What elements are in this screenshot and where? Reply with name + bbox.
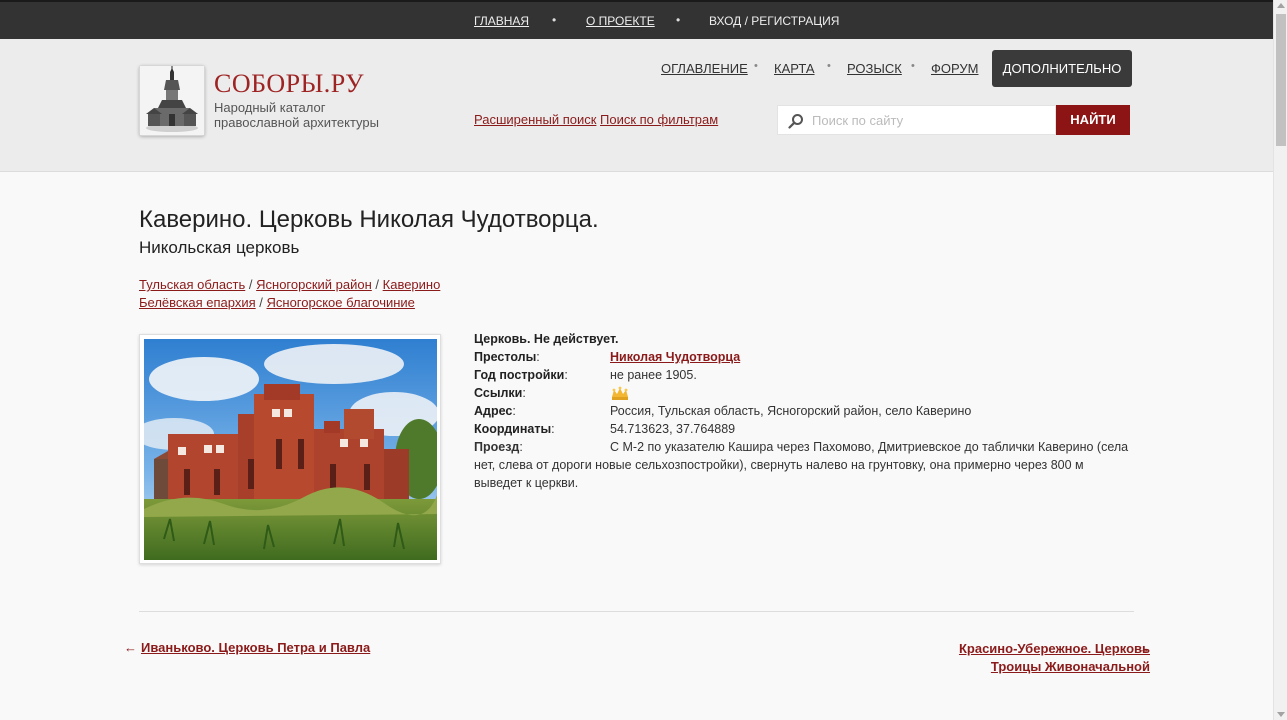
nav-separator: • xyxy=(827,60,831,72)
next-church-nav: Красино-Убережное. Церковь Троицы Живона… xyxy=(900,640,1150,676)
breadcrumb-separator: / xyxy=(371,277,383,292)
topbar-login-link[interactable]: ВХОД / РЕГИСТРАЦИЯ xyxy=(709,14,839,28)
top-bar: ГЛАВНАЯ • О ПРОЕКТЕ • ВХОД / РЕГИСТРАЦИЯ xyxy=(0,0,1273,39)
next-church-link[interactable]: Красино-Убережное. Церковь Троицы Живона… xyxy=(915,640,1150,676)
church-logo-icon xyxy=(140,66,204,135)
thrones-link[interactable]: Николая Чудотворца xyxy=(610,350,740,364)
scroll-up-icon[interactable] xyxy=(1277,3,1285,8)
thrones-label: Престолы: xyxy=(474,350,540,364)
search-input[interactable] xyxy=(812,106,1052,134)
year-label: Год постройки: xyxy=(474,368,568,382)
page-title: Каверино. Церковь Николая Чудотворца. xyxy=(139,206,599,233)
church-photo[interactable] xyxy=(139,334,441,564)
site-logo-title[interactable]: СОБОРЫ.РУ xyxy=(214,69,364,99)
breadcrumb-region-link[interactable]: Тульская область xyxy=(139,277,245,292)
search-button[interactable]: НАЙТИ xyxy=(1056,105,1130,135)
topbar-about-link[interactable]: О ПРОЕКТЕ xyxy=(586,14,655,28)
nav-separator: • xyxy=(754,60,758,72)
links-label: Ссылки: xyxy=(474,386,526,400)
arrow-left-icon: ← xyxy=(124,640,137,655)
more-button[interactable]: ДОПОЛНИТЕЛЬНО xyxy=(992,50,1132,87)
filter-search-link[interactable]: Поиск по фильтрам xyxy=(600,112,718,127)
nav-map-link[interactable]: КАРТА xyxy=(774,61,815,76)
address-value: Россия, Тульская область, Ясногорский ра… xyxy=(610,404,972,418)
prev-church-link[interactable]: Иваньково. Церковь Петра и Павла xyxy=(141,640,370,655)
topbar-home-link[interactable]: ГЛАВНАЯ xyxy=(474,14,529,28)
crown-link-icon[interactable] xyxy=(610,386,630,402)
coordinates-label: Координаты: xyxy=(474,422,555,436)
arrow-right-icon: → xyxy=(1137,641,1150,656)
breadcrumb-diocese: Белёвская епархия / Ясногорское благочин… xyxy=(139,295,415,310)
topbar-separator: • xyxy=(676,13,681,27)
address-label: Адрес: xyxy=(474,404,516,418)
breadcrumb-region: Тульская область / Ясногорский район / К… xyxy=(139,277,440,292)
search-icon xyxy=(788,114,803,129)
page-subtitle: Никольская церковь xyxy=(139,238,300,257)
breadcrumb-diocese-link[interactable]: Белёвская епархия xyxy=(139,295,256,310)
breadcrumb-separator: / xyxy=(245,277,257,292)
nav-contents-link[interactable]: ОГЛАВЛЕНИЕ xyxy=(661,61,748,76)
site-logo-subtitle: Народный каталог православной архитектур… xyxy=(214,100,379,130)
scrollbar-thumb[interactable] xyxy=(1276,14,1286,146)
church-info: Церковь. Не действует. Престолы: Николая… xyxy=(474,330,1134,492)
search-box xyxy=(777,105,1056,135)
content-divider xyxy=(139,611,1134,612)
route-value: С М-2 по указателю Кашира через Пахомово… xyxy=(474,440,1129,490)
logo-image[interactable] xyxy=(139,65,205,136)
year-value: не ранее 1905. xyxy=(610,368,697,382)
scroll-down-icon[interactable] xyxy=(1277,712,1285,717)
breadcrumb-village-link[interactable]: Каверино xyxy=(383,277,441,292)
route-label: Проезд: xyxy=(474,440,523,454)
breadcrumb-deanery-link[interactable]: Ясногорское благочиние xyxy=(267,295,415,310)
breadcrumb-district-link[interactable]: Ясногорский район xyxy=(256,277,372,292)
site-header: СОБОРЫ.РУ Народный каталог православной … xyxy=(0,39,1273,172)
nav-separator: • xyxy=(911,60,915,72)
coordinates-value: 54.713623, 37.764889 xyxy=(610,422,736,436)
prev-church-nav: ← Иваньково. Церковь Петра и Павла xyxy=(124,640,370,655)
breadcrumb-separator: / xyxy=(255,295,267,310)
church-photo-image xyxy=(144,339,437,560)
church-status: Церковь. Не действует. xyxy=(474,332,619,346)
nav-search-wanted-link[interactable]: РОЗЫСК xyxy=(847,61,902,76)
topbar-separator: • xyxy=(552,13,557,27)
advanced-search-link[interactable]: Расширенный поиск xyxy=(474,112,596,127)
page-scrollbar[interactable] xyxy=(1273,0,1287,720)
nav-forum-link[interactable]: ФОРУМ xyxy=(931,61,978,76)
route-block: Проезд: С М-2 по указателю Кашира через … xyxy=(474,438,1134,492)
